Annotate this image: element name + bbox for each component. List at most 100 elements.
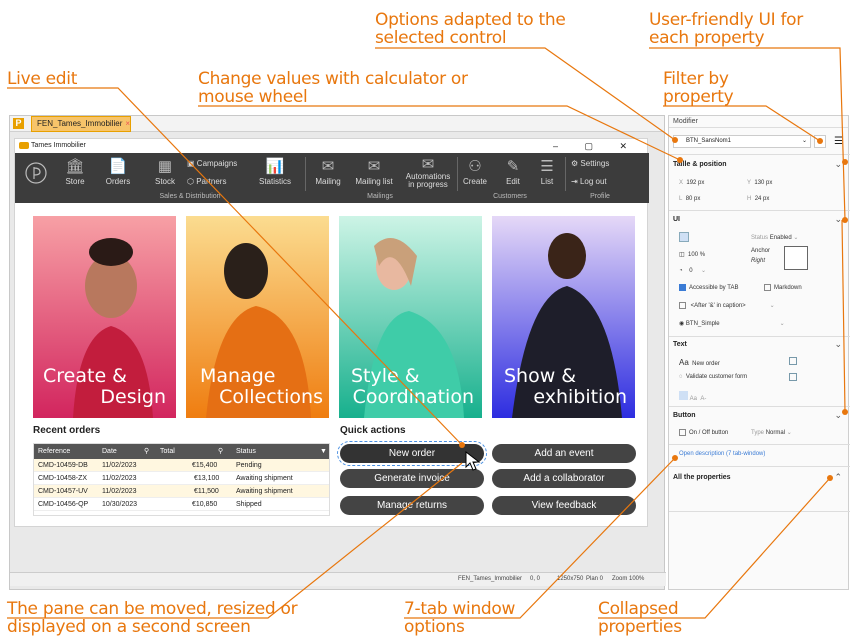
table-row[interactable]: CMD-10456-QP 10/30/2023 €10,850 Shipped bbox=[34, 498, 329, 511]
caption-value[interactable]: New order bbox=[692, 361, 720, 367]
close-tab-icon[interactable]: × bbox=[125, 119, 130, 128]
filter-icon[interactable]: ⚲ bbox=[218, 444, 223, 459]
style-value[interactable]: BTN_Simple bbox=[686, 321, 720, 327]
manage-returns-button[interactable]: Manage returns bbox=[340, 496, 484, 515]
section-all-properties[interactable]: All the properties bbox=[673, 474, 731, 481]
accessible-tab-checkbox[interactable] bbox=[679, 284, 686, 291]
col-date[interactable]: Date bbox=[102, 444, 117, 459]
window-controls[interactable]: – ▢ ✕ bbox=[553, 139, 639, 153]
chevron-down-icon: ⌄ bbox=[801, 138, 807, 144]
control-selector[interactable]: BTN_SansNom1 ⌄ bbox=[673, 135, 811, 148]
ribbon-statistics[interactable]: 📊 Statistics bbox=[255, 157, 295, 186]
after-caption-value[interactable]: <After '&' in caption> bbox=[691, 303, 746, 309]
status-coords: 0, 0 bbox=[530, 576, 541, 582]
markdown-checkbox[interactable] bbox=[764, 284, 771, 291]
ribbon-store-label: Store bbox=[65, 177, 85, 186]
angle-icon: ◔ bbox=[679, 268, 683, 274]
card-manage-collections[interactable]: Manage Collections bbox=[186, 216, 329, 418]
ribbon-logout[interactable]: ⇥ Log out bbox=[571, 177, 607, 186]
table-row[interactable]: CMD-10457-UV 11/02/2023 €11,500 Awaiting sh… bbox=[34, 485, 329, 498]
designed-window: Tames Immobilier – ▢ ✕ 🏛 Store 📄 Orders ▦ S… bbox=[14, 138, 649, 527]
markdown-label: Markdown bbox=[774, 285, 802, 292]
ribbon-campaigns[interactable]: ▣ Campaigns bbox=[187, 159, 237, 168]
chevron-down-icon[interactable]: ⌄ bbox=[834, 214, 842, 225]
l-value[interactable]: 80 px bbox=[686, 196, 701, 202]
selected-control: BTN_SansNom1 bbox=[686, 138, 732, 144]
chevron-down-icon[interactable]: ⌄ bbox=[834, 339, 842, 350]
chevron-down-icon[interactable]: ⌄ bbox=[834, 410, 842, 421]
ribbon-mailing-list[interactable]: ✉ Mailing list bbox=[351, 157, 397, 186]
anchor-grid[interactable] bbox=[784, 246, 808, 270]
chevron-up-icon[interactable]: ⌃ bbox=[834, 472, 842, 483]
new-order-button[interactable]: New order bbox=[337, 441, 487, 466]
card-title-line1: Create & bbox=[43, 365, 127, 387]
translate-icon[interactable] bbox=[789, 357, 797, 365]
recent-orders-title: Recent orders bbox=[33, 425, 101, 436]
l-label: L bbox=[679, 196, 683, 202]
section-button[interactable]: Button bbox=[673, 412, 696, 419]
orders-icon: 📄 bbox=[108, 158, 128, 175]
card-show-exhibition[interactable]: Show & exhibition bbox=[492, 216, 635, 418]
ribbon-stock-label: Stock bbox=[154, 177, 175, 186]
table-row[interactable]: CMD-10458-ZX 11/02/2023 €13,100 Awaiting sh… bbox=[34, 472, 329, 485]
card-style-coordination[interactable]: Style & Coordination bbox=[339, 216, 482, 418]
annotation-user-friendly: User-friendly UI for each property bbox=[649, 10, 803, 48]
ribbon-list-label: List bbox=[540, 177, 554, 186]
table-row[interactable]: CMD-10459-DB 11/02/2023 €15,400 Pending bbox=[34, 459, 329, 472]
on-off-checkbox[interactable] bbox=[679, 429, 686, 436]
add-event-button[interactable]: Add an event bbox=[492, 444, 636, 463]
card-title-line1: Manage bbox=[200, 365, 276, 387]
h-value[interactable]: 24 px bbox=[755, 196, 770, 202]
x-value[interactable]: 192 px bbox=[686, 180, 704, 186]
card-title-line2: exhibition bbox=[533, 386, 627, 408]
translate-icon[interactable] bbox=[789, 373, 797, 381]
col-total[interactable]: Total bbox=[160, 444, 175, 459]
visible-icon[interactable] bbox=[679, 232, 689, 242]
annotation-pane: The pane can be moved, resized or display… bbox=[7, 599, 298, 637]
y-value[interactable]: 130 px bbox=[754, 180, 772, 186]
annotation-live-edit: Live edit bbox=[7, 69, 78, 89]
add-collaborator-button[interactable]: Add a collaborator bbox=[492, 469, 636, 488]
col-reference[interactable]: Reference bbox=[38, 444, 70, 459]
section-ui[interactable]: UI bbox=[673, 216, 680, 223]
ribbon-stock[interactable]: ▦ Stock bbox=[151, 157, 179, 186]
ribbon-edit[interactable]: ✎ Edit bbox=[499, 157, 527, 186]
ribbon-create[interactable]: ⚇ Create bbox=[461, 157, 489, 186]
annotation-options-adapted: Options adapted to the selected control bbox=[375, 10, 566, 48]
ribbon-settings-label: Settings bbox=[580, 159, 610, 168]
ribbon-automations[interactable]: ✉ Automations in progress bbox=[403, 157, 453, 189]
angle-value[interactable]: 0 bbox=[689, 268, 692, 274]
opacity-value[interactable]: 100 % bbox=[688, 252, 705, 258]
ribbon-orders[interactable]: 📄 Orders bbox=[103, 157, 133, 186]
ribbon-store[interactable]: 🏛 Store bbox=[60, 157, 90, 186]
font-icon[interactable] bbox=[679, 391, 688, 400]
card-title-line1: Show & bbox=[504, 365, 577, 387]
type-value[interactable]: Normal bbox=[766, 430, 785, 436]
h-label: H bbox=[747, 196, 752, 202]
card-create-design[interactable]: Create & Design bbox=[33, 216, 176, 418]
section-size-position[interactable]: Taille & position bbox=[673, 161, 727, 168]
annotation-change-values: Change values with calculator or mouse wh… bbox=[198, 69, 468, 107]
filter-icon[interactable]: ⚲ bbox=[144, 444, 149, 459]
menu-icon[interactable]: ☰ bbox=[834, 136, 843, 147]
section-text[interactable]: Text bbox=[673, 341, 687, 348]
cell-status: Shipped bbox=[236, 501, 262, 508]
ribbon-partners[interactable]: ⬡ Partners bbox=[187, 177, 226, 186]
tooltip-value[interactable]: Validate customer form bbox=[686, 374, 747, 380]
divider bbox=[669, 210, 850, 211]
generate-invoice-button[interactable]: Generate invoice bbox=[340, 469, 484, 488]
ribbon-separator bbox=[565, 157, 566, 191]
tab-window[interactable]: FEN_Tames_Immobilier × bbox=[31, 116, 131, 132]
view-feedback-button[interactable]: View feedback bbox=[492, 496, 636, 515]
store-icon: 🏛 bbox=[65, 158, 85, 175]
open-description-link[interactable]: Open description (7 tab-window) bbox=[679, 451, 765, 457]
filter-input[interactable] bbox=[814, 135, 826, 148]
ribbon-mailing[interactable]: ✉ Mailing bbox=[311, 157, 345, 186]
chevron-down-icon[interactable]: ⌄ bbox=[834, 159, 842, 170]
col-status[interactable]: Status bbox=[236, 444, 256, 459]
ribbon-list[interactable]: ☰ List bbox=[535, 157, 559, 186]
list-icon: ☰ bbox=[540, 158, 554, 175]
ribbon-settings[interactable]: ⚙ Settings bbox=[571, 159, 609, 168]
status-value[interactable]: Enabled bbox=[770, 235, 792, 241]
funnel-icon[interactable]: ▼ bbox=[320, 444, 327, 459]
